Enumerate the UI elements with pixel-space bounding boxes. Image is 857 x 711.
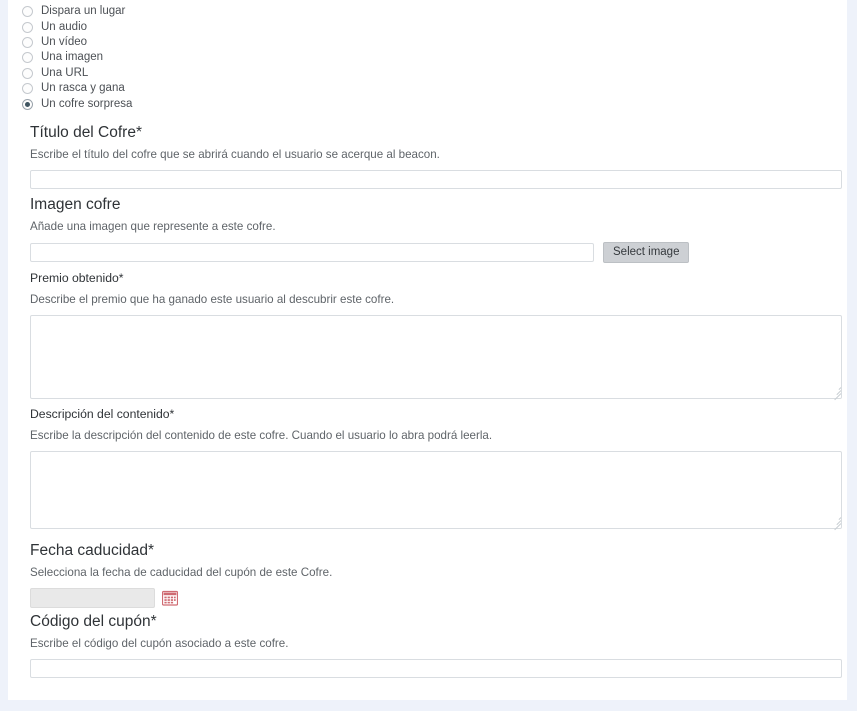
field-help-text: Describe el premio que ha ganado este us… (30, 293, 395, 306)
field-label: Código del cupón* (30, 613, 157, 630)
field-label: Fecha caducidad* (30, 542, 155, 559)
radio-option-dispara-un-lugar[interactable]: Dispara un lugar (22, 4, 422, 19)
imagen-cofre-input[interactable] (30, 243, 594, 262)
field-help-text: Escribe la descripción del contenido de … (30, 429, 493, 442)
descripcion-textarea-wrap (8, 451, 847, 531)
field-label: Imagen cofre (30, 196, 121, 213)
select-image-button[interactable]: Select image (603, 242, 690, 263)
radio-icon[interactable] (22, 21, 33, 33)
field-titulo-del-cofre: Título del Cofre* Escribe el título del … (8, 124, 847, 189)
field-fecha-caducidad: Fecha caducidad* Selecciona la fecha de … (8, 542, 847, 608)
radio-option-label: Un audio (41, 20, 88, 33)
radio-option-un-video[interactable]: Un vídeo (22, 35, 422, 50)
radio-icon-selected[interactable] (22, 98, 33, 110)
calendar-icon[interactable] (162, 590, 178, 606)
content-panel: Dispara un lugar Un audio Un vídeo Una i… (8, 0, 847, 700)
titulo-del-cofre-input[interactable] (30, 170, 842, 189)
field-label: Premio obtenido* (30, 271, 124, 285)
image-picker-row: Select image (8, 242, 847, 263)
field-help-text: Escribe el título del cofre que se abrir… (30, 148, 440, 161)
radio-option-un-cofre-sorpresa[interactable]: Un cofre sorpresa (22, 96, 422, 111)
radio-option-label: Una imagen (41, 51, 104, 64)
field-codigo-del-cupon: Código del cupón* Escribe el código del … (8, 613, 847, 678)
radio-option-label: Un cofre sorpresa (41, 97, 133, 110)
radio-option-label: Un vídeo (41, 35, 88, 48)
radio-option-un-rasca-y-gana[interactable]: Un rasca y gana (22, 81, 422, 96)
field-label: Título del Cofre* (30, 124, 142, 141)
field-label: Descripción del contenido* (30, 407, 175, 421)
radio-icon[interactable] (22, 6, 33, 18)
radio-icon[interactable] (22, 52, 33, 64)
radio-icon[interactable] (22, 67, 33, 79)
premio-obtenido-textarea-wrap (8, 315, 847, 401)
radio-option-una-url[interactable]: Una URL (22, 66, 422, 81)
premio-obtenido-textarea[interactable] (30, 315, 842, 399)
fecha-caducidad-row (8, 588, 847, 608)
field-premio-obtenido: Premio obtenido* Describe el premio que … (8, 271, 847, 401)
fecha-caducidad-input[interactable] (30, 588, 155, 608)
content-type-radio-group: Dispara un lugar Un audio Un vídeo Una i… (22, 4, 422, 112)
radio-option-un-audio[interactable]: Un audio (22, 19, 422, 34)
radio-option-label: Una URL (41, 66, 89, 79)
descripcion-del-contenido-textarea[interactable] (30, 451, 842, 529)
field-help-text: Selecciona la fecha de caducidad del cup… (30, 566, 333, 579)
page-root: Dispara un lugar Un audio Un vídeo Una i… (0, 0, 857, 711)
field-imagen-cofre: Imagen cofre Añade una imagen que repres… (8, 196, 847, 263)
radio-option-label: Un rasca y gana (41, 82, 125, 95)
radio-icon[interactable] (22, 36, 33, 48)
field-descripcion-del-contenido: Descripción del contenido* Escribe la de… (8, 407, 847, 531)
codigo-del-cupon-input[interactable] (30, 659, 842, 678)
radio-option-una-imagen[interactable]: Una imagen (22, 50, 422, 65)
radio-icon[interactable] (22, 83, 33, 95)
radio-option-label: Dispara un lugar (41, 5, 126, 18)
field-help-text: Añade una imagen que represente a este c… (30, 220, 276, 233)
field-help-text: Escribe el código del cupón asociado a e… (30, 637, 289, 650)
